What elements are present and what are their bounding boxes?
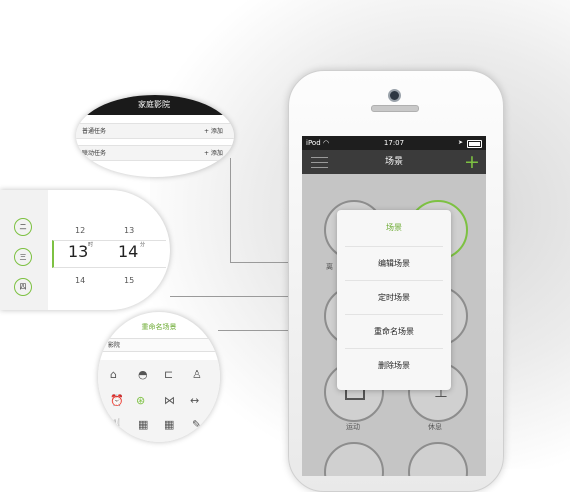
- divider: [345, 246, 443, 247]
- scene-circle[interactable]: [408, 442, 468, 476]
- calendar-cell: 14: [75, 276, 86, 285]
- dumbbell-icon[interactable]: ↔: [190, 394, 199, 407]
- selected-hour[interactable]: 13: [68, 242, 88, 261]
- speaker-grill: [371, 105, 419, 112]
- weekday-label[interactable]: 四: [14, 278, 32, 296]
- rename-input-value: 影院: [108, 342, 121, 349]
- calendar-cell: 12: [75, 226, 86, 235]
- add-scene-button[interactable]: +: [464, 153, 480, 172]
- menu-item-delete-scene[interactable]: 删除场景: [337, 360, 451, 371]
- calendar-cell: 13: [124, 226, 135, 235]
- task-row: 联动任务 + 添加: [76, 145, 234, 161]
- rename-input[interactable]: 影院: [98, 338, 220, 352]
- grid-icon[interactable]: ▦: [164, 418, 174, 431]
- status-bar: iPod ◠ 17:07 ➤: [302, 136, 486, 150]
- selected-minute[interactable]: 14: [118, 242, 138, 261]
- grid-icon[interactable]: ▦: [138, 418, 148, 431]
- rename-title: 重命名场景: [141, 323, 177, 331]
- location-icon: ➤: [458, 139, 464, 146]
- divider: [345, 280, 443, 281]
- camera-icon: [388, 89, 401, 102]
- scene-popup-menu: 场景 编辑场景 定时场景 重命名场景 删除场景: [337, 210, 451, 390]
- task-row-label: 联动任务: [82, 150, 107, 157]
- task-row: 普通任务 + 添加: [76, 123, 234, 139]
- menu-item-timed-scene[interactable]: 定时场景: [337, 292, 451, 303]
- lamp-icon[interactable]: ♙: [192, 368, 202, 381]
- cutlery-icon[interactable]: 🍴: [110, 418, 124, 431]
- scene-label-sport: 运动: [346, 423, 360, 431]
- scene-label: 离: [326, 263, 333, 271]
- scene-label-rest: 休息: [428, 423, 442, 431]
- bed-icon[interactable]: ⊏: [164, 368, 173, 381]
- menu-item-rename-scene[interactable]: 重命名场景: [337, 326, 451, 337]
- connector-line: [230, 158, 231, 262]
- calendar-cell: 15: [124, 276, 135, 285]
- menu-item-edit-scene[interactable]: 编辑场景: [337, 258, 451, 269]
- zoom-lens-rename: 重命名场景 影院 ⌂ ◓ ⊏ ♙ ⏰ ⊛ ⋈ ↔ 🍴 ▦ ▦ ✎: [98, 312, 220, 442]
- battery-icon: [467, 140, 482, 148]
- divider: [345, 348, 443, 349]
- pen-icon[interactable]: ✎: [192, 418, 201, 431]
- handshake-icon[interactable]: ⋈: [164, 394, 175, 407]
- task-row-label: 普通任务: [82, 128, 107, 135]
- add-task-button[interactable]: + 添加: [204, 126, 223, 135]
- popup-title: 场景: [386, 223, 402, 232]
- hour-unit: 时: [88, 242, 94, 248]
- zoom-lens-task: 家庭影院 普通任务 + 添加 联动任务 + 添加: [76, 95, 234, 177]
- task-title: 家庭影院: [138, 100, 170, 109]
- alarm-icon[interactable]: ⏰: [110, 394, 124, 407]
- zoom-lens-calendar: 二 三 四 12 13 13 时 14 分 14 15: [0, 190, 170, 310]
- film-reel-icon[interactable]: ⊛: [136, 394, 145, 407]
- scene-circle[interactable]: [324, 442, 384, 476]
- add-linkage-button[interactable]: + 添加: [204, 148, 223, 157]
- nav-title: 场景: [384, 157, 403, 167]
- house-icon[interactable]: ⌂: [110, 368, 117, 381]
- phone-screen: iPod ◠ 17:07 ➤ 场景 + 离 ⊥ 运动 休息 场景 编辑场景 定时…: [302, 136, 486, 476]
- nav-bar: 场景 +: [302, 150, 486, 174]
- weekday-label[interactable]: 三: [14, 248, 32, 266]
- weekday-label[interactable]: 二: [14, 218, 32, 236]
- minute-unit: 分: [140, 242, 146, 248]
- car-icon[interactable]: ◓: [138, 368, 148, 381]
- divider: [345, 314, 443, 315]
